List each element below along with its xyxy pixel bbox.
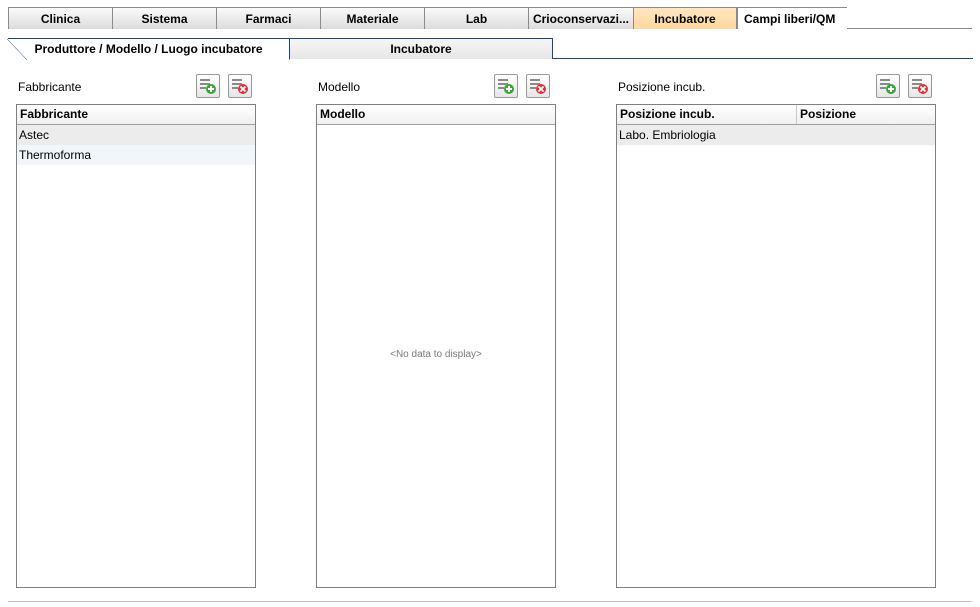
tab-label: Farmaci (245, 11, 292, 26)
subtab-produttore-modello-luogo[interactable]: Produttore / Modello / Luogo incubatore (7, 38, 290, 60)
tab-label: Campi liberi/QM (744, 11, 836, 26)
delete-location-button[interactable] (908, 74, 932, 98)
column-header-posizione[interactable]: Posizione (797, 105, 935, 124)
tab-label: Incubatore (654, 11, 716, 26)
cell-fabbricante: Astec (19, 128, 50, 142)
cell-posizione (797, 125, 935, 145)
tab-materiale[interactable]: Materiale (320, 7, 425, 29)
tab-clinica[interactable]: Clinica (8, 7, 113, 29)
tab-farmaci[interactable]: Farmaci (216, 7, 321, 29)
add-manufacturer-button[interactable] (196, 74, 220, 98)
manufacturer-grid[interactable]: Fabbricante Astec Thermoforma (16, 104, 256, 588)
bottom-divider (8, 601, 972, 602)
model-grid[interactable]: Modello <No data to display> (316, 104, 556, 588)
empty-grid-message: <No data to display> (390, 349, 482, 360)
tab-label: Materiale (346, 11, 399, 26)
tab-campi-liberi[interactable]: Campi liberi/QM (737, 7, 847, 29)
model-title: Modello (318, 80, 361, 94)
manufacturer-title: Fabbricante (18, 80, 82, 94)
main-tab-bar: Clinica Sistema Farmaci Materiale Lab Cr… (8, 7, 972, 29)
tab-lab[interactable]: Lab (424, 7, 529, 29)
delete-record-icon (530, 79, 546, 94)
column-header-modello[interactable]: Modello (317, 105, 555, 124)
delete-record-icon (912, 79, 928, 94)
delete-manufacturer-button[interactable] (228, 74, 252, 98)
subtab-label: Produttore / Modello / Luogo incubatore (34, 42, 263, 56)
tab-label: Crioconservazi... (532, 11, 630, 26)
add-model-button[interactable] (494, 74, 518, 98)
grid-header: Modello (317, 105, 555, 125)
location-panel: Posizione incub. Posizione incub. Posizi… (616, 72, 938, 592)
column-header-fabbricante[interactable]: Fabbricante (17, 105, 255, 124)
table-row[interactable]: Labo. Embriologia (617, 125, 935, 145)
location-grid[interactable]: Posizione incub. Posizione Labo. Embriol… (616, 104, 936, 588)
add-record-icon (498, 79, 514, 94)
cell-posizione-incub: Labo. Embriologia (619, 128, 716, 142)
tab-label: Sistema (141, 11, 188, 26)
manufacturer-panel: Fabbricante Fabbricante Astec Thermoform… (16, 72, 258, 592)
model-panel: Modello Modello <No data to display> (316, 72, 558, 592)
location-title: Posizione incub. (618, 80, 706, 94)
table-row[interactable]: Thermoforma (17, 145, 255, 165)
subtab-incubatore[interactable]: Incubatore (289, 38, 553, 59)
sub-tab-bar: Produttore / Modello / Luogo incubatore … (7, 38, 973, 60)
column-header-posizione-incub[interactable]: Posizione incub. (617, 105, 797, 124)
tab-crioconservazione[interactable]: Crioconservazi... (528, 7, 634, 29)
delete-record-icon (232, 79, 248, 94)
subtab-label: Incubatore (390, 42, 452, 56)
grid-header: Fabbricante (17, 105, 255, 125)
tab-sistema[interactable]: Sistema (112, 7, 217, 29)
cell-fabbricante: Thermoforma (19, 148, 92, 162)
add-location-button[interactable] (876, 74, 900, 98)
table-row[interactable]: Astec (17, 125, 255, 145)
tab-incubatore[interactable]: Incubatore (633, 7, 737, 29)
tab-label: Lab (465, 11, 488, 26)
add-record-icon (880, 79, 896, 94)
tab-label: Clinica (40, 11, 81, 26)
add-record-icon (200, 79, 216, 94)
grid-header: Posizione incub. Posizione (617, 105, 935, 125)
delete-model-button[interactable] (526, 74, 550, 98)
